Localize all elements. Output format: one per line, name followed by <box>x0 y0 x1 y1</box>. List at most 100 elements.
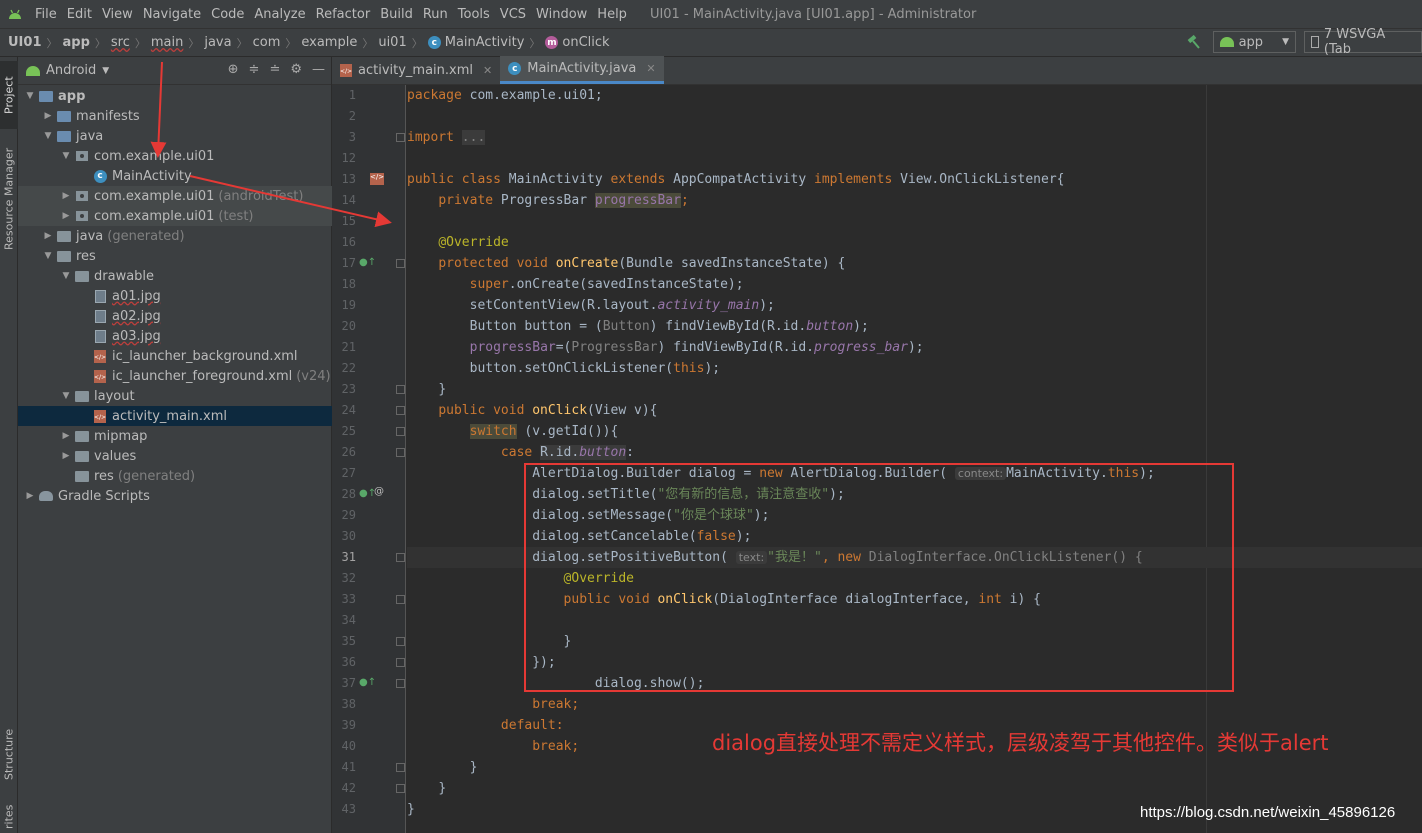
tree-item-res-generated[interactable]: res (generated) <box>18 466 332 486</box>
menu-build[interactable]: Build <box>375 7 418 22</box>
fold-marker-icon[interactable] <box>396 385 405 394</box>
menu-file[interactable]: File <box>30 7 62 22</box>
locate-icon[interactable]: ⊕ <box>228 62 239 77</box>
xml-link-icon[interactable]: </> <box>370 173 384 185</box>
menu-navigate[interactable]: Navigate <box>138 7 206 22</box>
crumb-com[interactable]: com <box>253 35 281 50</box>
run-config-dropdown[interactable]: app ▼ <box>1212 31 1296 53</box>
tree-item-manifests[interactable]: ▶ manifests <box>18 106 332 126</box>
close-icon[interactable]: ✕ <box>483 64 492 77</box>
fold-marker-icon[interactable] <box>396 259 405 268</box>
xml-file-icon <box>94 349 106 363</box>
at-icon[interactable]: @ <box>374 486 384 497</box>
collapse-all-icon[interactable]: ≐ <box>269 62 280 77</box>
crumb-class[interactable]: MainActivity <box>445 35 525 50</box>
navigation-bar: UI01 〉 app 〉 src 〉 main 〉 java 〉 com 〉 example… <box>0 27 1422 57</box>
menu-view[interactable]: View <box>97 7 138 22</box>
chevron-right-icon: ▶ <box>62 191 70 201</box>
override-icon[interactable]: ●↑ <box>359 677 376 688</box>
project-tool-tab[interactable]: Project <box>0 61 18 129</box>
fold-marker-icon[interactable] <box>396 637 405 646</box>
tree-item-java-generated[interactable]: ▶ java (generated) <box>18 226 332 246</box>
resource-manager-tool-tab[interactable]: Resource Manager <box>0 139 18 259</box>
fold-marker-icon[interactable] <box>396 595 405 604</box>
override-icon[interactable]: ●↑ <box>359 257 376 268</box>
tab-activity-main-xml[interactable]: activity_main.xml ✕ <box>332 56 500 84</box>
tree-item-package[interactable]: ▼ com.example.ui01 <box>18 146 332 166</box>
tree-label: app <box>58 88 86 104</box>
tree-item-a03[interactable]: a03.jpg <box>18 326 332 346</box>
menu-window[interactable]: Window <box>531 7 592 22</box>
crumb-project[interactable]: UI01 <box>8 35 41 50</box>
tree-label-suffix: (androidTest) <box>218 188 304 204</box>
crumb-java[interactable]: java <box>204 35 231 50</box>
tool-window-strip: Project Resource Manager Structure rites <box>0 57 18 833</box>
fold-marker-icon[interactable] <box>396 784 405 793</box>
crumb-method[interactable]: onClick <box>562 35 609 50</box>
line-number: 30 <box>341 529 356 543</box>
tree-label: drawable <box>94 268 155 284</box>
menu-run[interactable]: Run <box>418 7 453 22</box>
code-line: default: <box>500 718 564 733</box>
folder-icon <box>57 250 71 262</box>
expand-all-icon[interactable]: ≑ <box>249 62 260 77</box>
minimize-icon[interactable]: — <box>312 62 325 77</box>
close-icon[interactable]: ✕ <box>646 62 655 75</box>
menu-tools[interactable]: Tools <box>453 7 495 22</box>
menu-edit[interactable]: Edit <box>62 7 97 22</box>
tab-mainactivity-java[interactable]: c MainActivity.java ✕ <box>500 56 664 84</box>
line-number: 36 <box>341 655 356 669</box>
tree-item-res[interactable]: ▼ res <box>18 246 332 266</box>
hammer-icon[interactable] <box>1183 31 1205 53</box>
crumb-src[interactable]: src <box>111 35 130 50</box>
project-panel: Android ▼ ⊕ ≑ ≐ ⚙ — ▼ app ▶ manifests ▼ jav… <box>18 57 332 833</box>
tree-label: MainActivity <box>112 168 192 184</box>
fold-marker-icon[interactable] <box>396 679 405 688</box>
fold-marker-icon[interactable] <box>396 658 405 667</box>
line-number: 35 <box>341 634 356 648</box>
tree-item-gradle[interactable]: ▶ Gradle Scripts <box>18 486 332 506</box>
crumb-main[interactable]: main <box>151 35 183 50</box>
tree-item-drawable[interactable]: ▼ drawable <box>18 266 332 286</box>
fold-marker-icon[interactable] <box>396 427 405 436</box>
crumb-ui01[interactable]: ui01 <box>378 35 406 50</box>
tree-item-a02[interactable]: a02.jpg <box>18 306 332 326</box>
line-number: 38 <box>341 697 356 711</box>
tree-item-java[interactable]: ▼ java <box>18 126 332 146</box>
tree-label: layout <box>94 388 135 404</box>
line-number: 2 <box>348 109 356 123</box>
tree-item-layout[interactable]: ▼ layout <box>18 386 332 406</box>
fold-marker-icon[interactable] <box>396 763 405 772</box>
fold-marker-icon[interactable] <box>396 406 405 415</box>
fold-marker-icon[interactable] <box>396 448 405 457</box>
structure-tool-tab[interactable]: Structure <box>0 719 18 789</box>
fold-marker-icon[interactable] <box>396 553 405 562</box>
crumb-module[interactable]: app <box>62 35 89 50</box>
tree-item-app[interactable]: ▼ app <box>18 86 332 106</box>
fold-marker-icon[interactable] <box>396 133 405 142</box>
tree-item-mipmap[interactable]: ▶ mipmap <box>18 426 332 446</box>
menu-help[interactable]: Help <box>592 7 632 22</box>
menu-vcs[interactable]: VCS <box>495 7 531 22</box>
tree-item-a01[interactable]: a01.jpg <box>18 286 332 306</box>
line-number: 17 <box>341 256 356 270</box>
menu-analyze[interactable]: Analyze <box>249 7 310 22</box>
tree-item-values[interactable]: ▶ values <box>18 446 332 466</box>
project-view-selector[interactable]: Android ▼ <box>26 63 109 78</box>
line-number: 3 <box>348 130 356 144</box>
device-dropdown[interactable]: 7 WSVGA (Tab <box>1304 27 1422 57</box>
menu-code[interactable]: Code <box>206 7 249 22</box>
tree-item-ic-bg[interactable]: ic_launcher_background.xml <box>18 346 332 366</box>
tree-item-mainactivity[interactable]: c MainActivity <box>18 166 332 186</box>
crumb-example[interactable]: example <box>301 35 357 50</box>
tree-item-ic-fg[interactable]: ic_launcher_foreground.xml(v24) <box>18 366 332 386</box>
code-line: } <box>438 781 447 796</box>
gear-icon[interactable]: ⚙ <box>290 62 302 77</box>
tree-item-test[interactable]: ▶ com.example.ui01 (test) <box>18 206 332 226</box>
tree-item-activity-main[interactable]: activity_main.xml <box>18 406 332 426</box>
menu-refactor[interactable]: Refactor <box>311 7 376 22</box>
project-panel-header: Android ▼ ⊕ ≑ ≐ ⚙ — <box>18 57 331 85</box>
tree-item-androidtest[interactable]: ▶ com.example.ui01 (androidTest) <box>18 186 332 206</box>
favorites-tool-tab[interactable]: rites <box>0 802 18 832</box>
code-area[interactable]: package com.example.ui01; import ... pub… <box>407 85 1422 833</box>
